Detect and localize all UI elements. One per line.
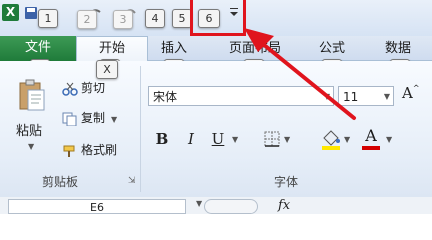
red-arrow	[244, 28, 356, 120]
